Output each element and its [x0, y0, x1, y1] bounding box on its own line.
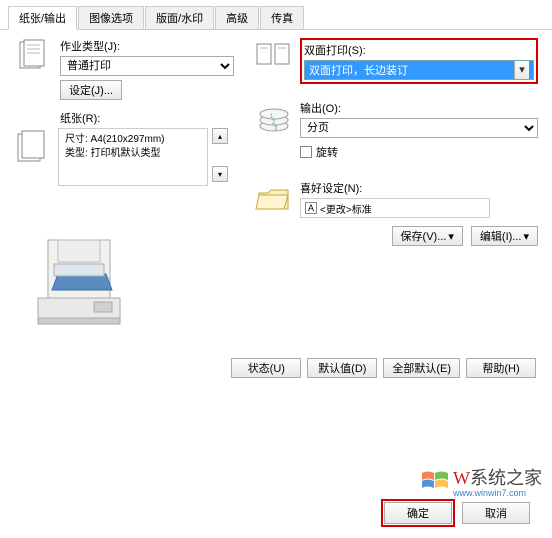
paper-info-box[interactable]: 尺寸: A4(210x297mm) 类型: 打印机默认类型: [58, 128, 208, 186]
help-button[interactable]: 帮助(H): [466, 358, 536, 378]
paper-type-text: 类型: 打印机默认类型: [65, 147, 201, 161]
tab-layout-watermark[interactable]: 版面/水印: [145, 6, 214, 29]
tab-image-options[interactable]: 图像选项: [78, 6, 144, 29]
paper-scroll-up[interactable]: ▴: [212, 128, 228, 144]
duplex-label: 双面打印(S):: [304, 42, 534, 58]
watermark-w: W: [453, 468, 470, 488]
pref-a-icon: A: [305, 202, 317, 214]
paper-label: 纸张(R):: [60, 110, 234, 126]
output-select[interactable]: 分页: [300, 118, 538, 138]
dialog-button-row: 确定 取消: [384, 502, 530, 524]
watermark-title: 系统之家: [470, 468, 542, 488]
duplex-highlight-box: 双面打印(S): 双面打印，长边装订: [300, 38, 538, 84]
tab-bar: 纸张/输出 图像选项 版面/水印 高级 传真: [0, 0, 552, 30]
watermark: W系统之家 www.winwin7.com: [421, 464, 542, 498]
tab-content: 作业类型(J): 普通打印 设定(J)... 纸张(R):: [0, 30, 552, 386]
output-label: 输出(O):: [300, 100, 538, 116]
all-defaults-button[interactable]: 全部默认(E): [383, 358, 460, 378]
rotate-label: 旋转: [316, 144, 338, 160]
cancel-button[interactable]: 取消: [462, 502, 530, 524]
bottom-button-row: 状态(U) 默认值(D) 全部默认(E) 帮助(H): [14, 358, 538, 378]
pref-folder-icon: [254, 181, 294, 217]
job-type-settings-button[interactable]: 设定(J)...: [60, 80, 122, 100]
pref-label: 喜好设定(N):: [300, 180, 538, 196]
status-button[interactable]: 状态(U): [231, 358, 301, 378]
windows-flag-icon: [421, 470, 449, 492]
tab-fax[interactable]: 传真: [260, 6, 304, 29]
tab-advanced[interactable]: 高级: [215, 6, 259, 29]
pref-save-button[interactable]: 保存(V)... ▾: [392, 226, 463, 246]
duplex-select[interactable]: 双面打印，长边装订: [304, 60, 534, 80]
job-type-select[interactable]: 普通打印: [60, 56, 234, 76]
printer-preview-image: [14, 226, 144, 336]
paper-size-text: 尺寸: A4(210x297mm): [65, 133, 201, 147]
duplex-icon: [254, 38, 294, 74]
output-icon: 1 2 3: [254, 100, 294, 136]
rotate-checkbox[interactable]: [300, 146, 312, 158]
job-type-label: 作业类型(J):: [60, 38, 234, 54]
defaults-button[interactable]: 默认值(D): [307, 358, 377, 378]
ok-button[interactable]: 确定: [384, 502, 452, 524]
job-type-icon: [14, 38, 54, 74]
pref-select[interactable]: A <更改>标准: [300, 198, 490, 218]
pref-edit-button[interactable]: 编辑(I)... ▾: [471, 226, 538, 246]
paper-scroll-down[interactable]: ▾: [212, 166, 228, 182]
paper-icon: [14, 128, 54, 164]
pref-value: <更改>标准: [320, 201, 372, 216]
tab-paper-output[interactable]: 纸张/输出: [8, 6, 77, 30]
duplex-value: 双面打印，长边装订: [309, 62, 408, 78]
